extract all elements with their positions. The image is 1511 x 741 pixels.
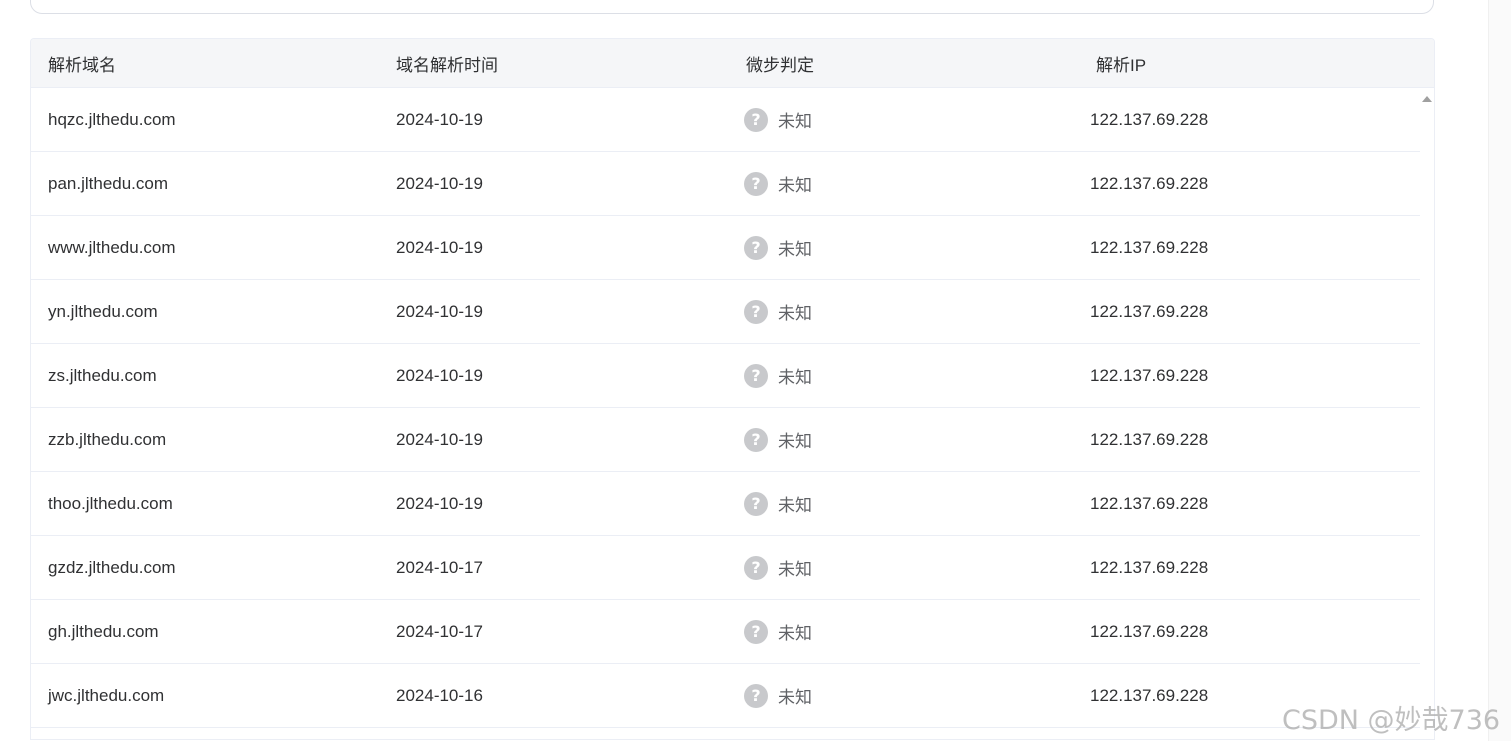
cell-resolve-date: 2024-10-17	[396, 557, 483, 577]
table-row[interactable]: gzdz.jlthedu.com 2024-10-17? 未知 122.137.69.…	[31, 536, 1420, 600]
cell-domain: zzb.jlthedu.com	[48, 429, 167, 449]
cell-verdict: ? 未知	[731, 427, 1081, 452]
header-domain[interactable]: 解析域名	[31, 51, 381, 76]
cell-resolve-date: 2024-10-17	[396, 621, 483, 641]
cell-verdict: ? 未知	[731, 683, 1081, 708]
cell-resolve-date: 2024-10-19	[396, 173, 483, 193]
verdict-label: 未知	[778, 368, 812, 387]
cell-domain: gh.jlthedu.com	[48, 621, 159, 641]
cell-domain: pan.jlthedu.com	[48, 173, 169, 193]
cell-ip: 122.137.69.228	[1090, 237, 1209, 257]
verdict-label: 未知	[778, 240, 812, 259]
cell-ip: 122.137.69.228	[1090, 301, 1209, 321]
table-row[interactable]: zs.jlthedu.com 2024-10-19? 未知 122.137.69.22…	[31, 344, 1420, 408]
cell-domain: gzdz.jlthedu.com	[48, 557, 176, 577]
table-row[interactable]: hqzc.jlthedu.com 2024-10-19? 未知 122.137.69.…	[31, 88, 1420, 152]
question-circle-icon: ?	[744, 619, 768, 644]
cell-domain: zs.jlthedu.com	[48, 365, 157, 385]
question-circle-icon: ?	[744, 491, 768, 516]
question-circle-icon: ?	[744, 683, 768, 708]
vertical-scrollbar[interactable]	[1420, 88, 1434, 739]
question-circle-icon: ?	[744, 427, 768, 452]
cell-resolve-date: 2024-10-19	[396, 301, 483, 321]
header-resolve-time[interactable]: 域名解析时间	[381, 51, 731, 76]
verdict-label: 未知	[778, 560, 812, 579]
cell-verdict: ? 未知	[731, 619, 1081, 644]
cell-resolve-date: 2024-10-19	[396, 493, 483, 513]
cell-verdict: ? 未知	[731, 555, 1081, 580]
question-circle-icon: ?	[744, 107, 768, 132]
cell-verdict: ? 未知	[731, 171, 1081, 196]
cell-resolve-date: 2024-10-19	[396, 429, 483, 449]
table-row[interactable]: zzb.jlthedu.com 2024-10-19? 未知 122.137.69.2…	[31, 408, 1420, 472]
page: 解析域名 域名解析时间 微步判定 解析IP hqzc.jlthedu.com 20…	[0, 0, 1511, 741]
cell-ip: 122.137.69.228	[1090, 109, 1209, 129]
cell-resolve-date: 2024-10-16	[396, 685, 483, 705]
cell-domain: thoo.jlthedu.com	[48, 493, 173, 513]
cell-ip: 122.137.69.228	[1090, 429, 1209, 449]
question-circle-icon: ?	[744, 235, 768, 260]
table-row[interactable]: pan.jlthedu.com 2024-10-19? 未知 122.137.69.2…	[31, 152, 1420, 216]
top-card	[30, 0, 1434, 14]
cell-verdict: ? 未知	[731, 363, 1081, 388]
results-table: 解析域名 域名解析时间 微步判定 解析IP hqzc.jlthedu.com 20…	[30, 38, 1435, 740]
question-circle-icon: ?	[744, 171, 768, 196]
cell-domain: www.jlthedu.com	[48, 237, 176, 257]
cell-domain: hqzc.jlthedu.com	[48, 109, 176, 129]
verdict-label: 未知	[778, 624, 812, 643]
verdict-label: 未知	[778, 304, 812, 323]
table-body: hqzc.jlthedu.com 2024-10-19? 未知 122.137.69.…	[31, 88, 1420, 728]
cell-domain: jwc.jlthedu.com	[48, 685, 165, 705]
question-circle-icon: ?	[744, 363, 768, 388]
watermark: CSDN @妙哉736	[1282, 705, 1501, 736]
cell-domain: yn.jlthedu.com	[48, 301, 158, 321]
cell-ip: 122.137.69.228	[1090, 173, 1209, 193]
verdict-label: 未知	[778, 176, 812, 195]
cell-resolve-date: 2024-10-19	[396, 365, 483, 385]
page-scroll-track	[1488, 0, 1511, 741]
cell-ip: 122.137.69.228	[1090, 365, 1209, 385]
cell-verdict: ? 未知	[731, 235, 1081, 260]
header-ip[interactable]: 解析IP	[1081, 51, 1434, 76]
verdict-label: 未知	[778, 688, 812, 707]
table-row[interactable]: thoo.jlthedu.com 2024-10-19? 未知 122.137.69.…	[31, 472, 1420, 536]
scroll-up-arrow-icon[interactable]	[1422, 96, 1432, 102]
cell-resolve-date: 2024-10-19	[396, 109, 483, 129]
table-row[interactable]: jwc.jlthedu.com 2024-10-16? 未知 122.137.69.2…	[31, 664, 1420, 728]
verdict-label: 未知	[778, 112, 812, 131]
table-row[interactable]: www.jlthedu.com 2024-10-19? 未知 122.137.69.2…	[31, 216, 1420, 280]
table-row[interactable]: yn.jlthedu.com 2024-10-19? 未知 122.137.69.22…	[31, 280, 1420, 344]
cell-resolve-date: 2024-10-19	[396, 237, 483, 257]
question-circle-icon: ?	[744, 299, 768, 324]
cell-verdict: ? 未知	[731, 299, 1081, 324]
question-circle-icon: ?	[744, 555, 768, 580]
verdict-label: 未知	[778, 496, 812, 515]
header-verdict[interactable]: 微步判定	[731, 51, 1081, 76]
cell-ip: 122.137.69.228	[1090, 621, 1209, 641]
cell-ip: 122.137.69.228	[1090, 493, 1209, 513]
cell-verdict: ? 未知	[731, 491, 1081, 516]
cell-verdict: ? 未知	[731, 107, 1081, 132]
verdict-label: 未知	[778, 432, 812, 451]
table-row[interactable]: gh.jlthedu.com 2024-10-17? 未知 122.137.69.22…	[31, 600, 1420, 664]
table-header: 解析域名 域名解析时间 微步判定 解析IP	[31, 39, 1434, 88]
cell-ip: 122.137.69.228	[1090, 557, 1209, 577]
